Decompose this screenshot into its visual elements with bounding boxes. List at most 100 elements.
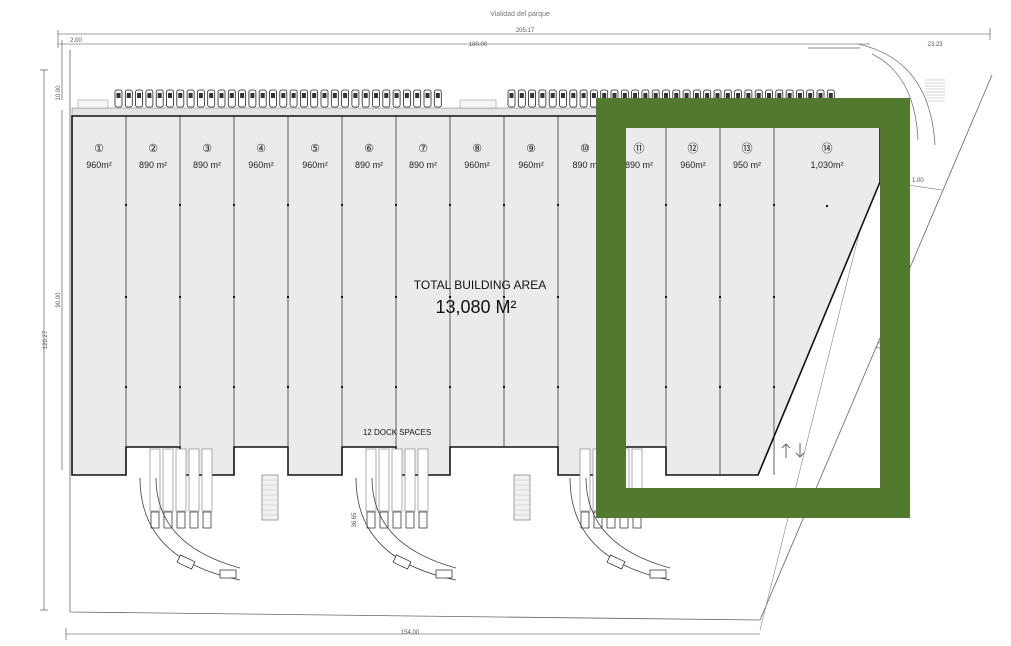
car-windshield: [530, 93, 535, 98]
column-marker: [125, 204, 127, 206]
column-marker: [665, 204, 667, 206]
car-windshield: [394, 93, 399, 98]
car-windshield: [818, 93, 823, 98]
column-marker: [719, 386, 721, 388]
parked-car: [559, 89, 567, 108]
column-marker: [557, 204, 559, 206]
unit-number: ②: [148, 142, 158, 155]
car-windshield: [353, 93, 358, 98]
parked-car: [330, 89, 339, 108]
column-marker: [287, 296, 289, 298]
car-windshield: [725, 93, 730, 98]
dim-bottom-total: 154.00: [401, 630, 420, 636]
parked-car: [569, 89, 578, 108]
unit-number: ⑭: [822, 142, 833, 155]
car-windshield: [157, 93, 162, 98]
truck: [189, 511, 199, 529]
dock-lane: [417, 448, 429, 512]
unit-area: 960m²: [248, 160, 274, 170]
car-windshield: [828, 93, 833, 98]
dock-lane: [175, 448, 187, 512]
car-windshield: [653, 93, 658, 98]
car-windshield: [425, 93, 430, 98]
unit-14-marker: [826, 205, 828, 207]
parked-car: [507, 89, 516, 108]
column-marker: [719, 296, 721, 298]
parked-car: [248, 89, 257, 108]
column-marker: [341, 296, 343, 298]
truck: [202, 511, 212, 529]
column-marker: [341, 386, 343, 388]
car-windshield: [540, 93, 545, 98]
total-area-label: TOTAL BUILDING AREA: [414, 278, 546, 292]
parked-car: [289, 89, 298, 108]
unit-number: ①: [94, 142, 104, 155]
car-windshield: [756, 93, 761, 98]
car-windshield: [301, 93, 306, 98]
car-windshield: [787, 93, 792, 98]
column-marker: [233, 296, 235, 298]
car-windshield: [404, 93, 409, 98]
diag-dim-line: [907, 184, 943, 191]
car-windshield: [561, 93, 565, 98]
column-marker: [287, 204, 289, 206]
dim-left-inner: 90.00: [56, 292, 62, 308]
car-windshield: [550, 93, 555, 98]
unit-area: 1,030m²: [810, 160, 843, 170]
unit-number: ⑩: [580, 142, 590, 155]
parked-car: [166, 89, 174, 108]
parked-car: [207, 89, 216, 108]
column-marker: [233, 386, 235, 388]
truck: [366, 511, 376, 529]
column-marker: [719, 204, 721, 206]
car-windshield: [591, 93, 596, 98]
site-plan: Vialidad del parque 205.17 180.00 2.00 2…: [40, 11, 993, 640]
column-marker: [557, 296, 559, 298]
parked-car: [579, 89, 588, 108]
dim-dock-depth: 36.65: [352, 512, 358, 528]
truck: [379, 511, 389, 529]
car-windshield: [250, 93, 255, 98]
car-windshield: [509, 93, 514, 98]
car-windshield: [664, 93, 668, 98]
planter: [77, 99, 109, 109]
total-area-value: 13,080 M²: [435, 297, 516, 317]
car-windshield: [137, 93, 142, 98]
dim-left-total: 120.27: [43, 330, 49, 349]
parked-car: [413, 89, 422, 108]
car-windshield: [271, 93, 275, 98]
column-marker: [395, 296, 397, 298]
column-marker: [449, 204, 451, 206]
dim-top-total: 205.17: [516, 28, 535, 34]
car-windshield: [736, 93, 741, 98]
parked-car: [176, 89, 185, 108]
column-marker: [665, 296, 667, 298]
parked-car: [538, 89, 547, 108]
car-windshield: [571, 93, 576, 98]
parked-car: [372, 89, 380, 108]
unit-area: 890 m: [572, 160, 597, 170]
parked-car: [310, 89, 319, 108]
parked-car: [320, 89, 329, 108]
parked-car: [238, 89, 247, 108]
column-marker: [395, 386, 397, 388]
car-windshield: [777, 93, 782, 98]
dock-lane: [201, 448, 213, 512]
unit-area: 960m²: [680, 160, 706, 170]
parked-car: [155, 89, 164, 108]
car-windshield: [415, 93, 420, 98]
car-windshield: [519, 93, 524, 98]
parked-car: [114, 89, 123, 108]
car-windshield: [808, 93, 813, 98]
parked-car: [279, 89, 288, 108]
truck-turning: [649, 569, 667, 579]
car-windshield: [581, 93, 586, 98]
car-windshield: [343, 93, 348, 98]
column-marker: [341, 204, 343, 206]
parked-car: [299, 89, 308, 108]
car-windshield: [435, 93, 440, 98]
parked-car: [227, 89, 236, 108]
unit-number: ④: [256, 142, 266, 155]
unit-area: 960m²: [302, 160, 328, 170]
car-windshield: [684, 93, 689, 98]
